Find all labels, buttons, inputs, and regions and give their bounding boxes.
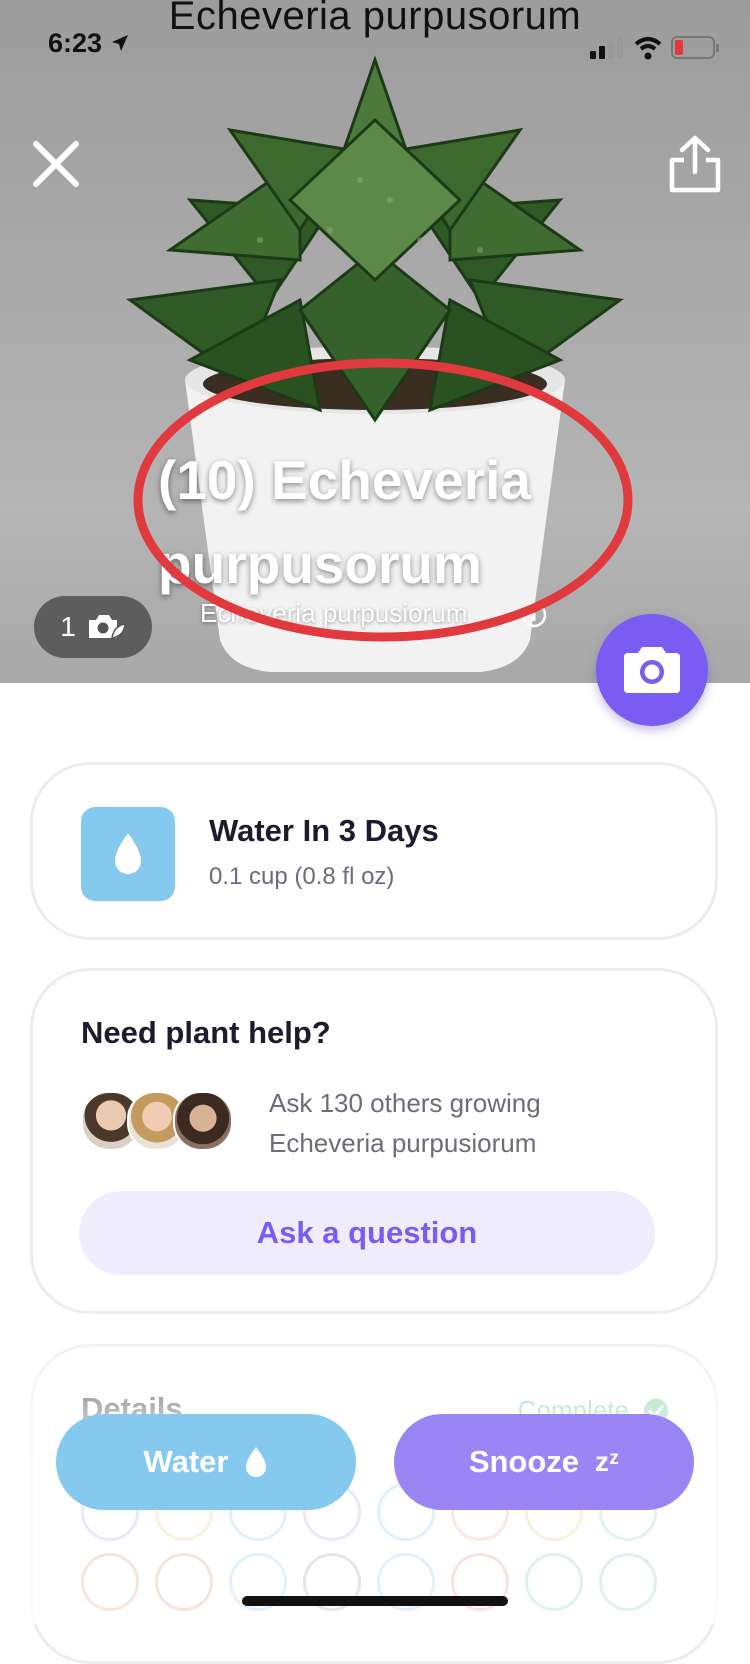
help-text-line1: Ask 130 others growing: [269, 1088, 541, 1118]
water-schedule-card[interactable]: Water In 3 Days 0.1 cup (0.8 fl oz): [30, 762, 718, 940]
pot-icon[interactable]: [81, 1553, 139, 1611]
help-title: Need plant help?: [81, 1015, 331, 1050]
water-button[interactable]: Water: [56, 1414, 356, 1510]
photo-count-button[interactable]: 1: [34, 596, 152, 658]
plant-photo: Echeveria purpusorum 6:23 (10) Echeveria…: [0, 0, 750, 683]
water-title: Water In 3 Days: [209, 813, 439, 848]
snooze-z-icon: zᶻ: [595, 1446, 620, 1477]
location-pin-icon[interactable]: [599, 1553, 657, 1611]
water-drop-icon: [246, 1447, 267, 1477]
water-drop-icon: [115, 833, 141, 874]
avatar: [173, 1091, 233, 1151]
location-arrow-icon: [111, 35, 128, 51]
status-bar: 6:23: [0, 28, 750, 68]
water-icon-box: [81, 807, 175, 901]
battery-icon: [671, 36, 719, 59]
status-time: 6:23: [48, 28, 130, 59]
help-text: Ask 130 others growing Echeveria purpusi…: [269, 1083, 541, 1163]
info-icon[interactable]: [521, 602, 547, 628]
snooze-button-label: Snooze: [468, 1444, 580, 1479]
status-icons: [590, 34, 720, 67]
avatar-group: [81, 1091, 241, 1151]
humidity-icon[interactable]: [525, 1553, 583, 1611]
water-amount: 0.1 cup (0.8 fl oz): [209, 863, 395, 890]
planter-icon[interactable]: [155, 1553, 213, 1611]
signal-icon: [590, 36, 623, 59]
water-button-label: Water: [143, 1444, 229, 1479]
camera-leaf-icon: [88, 615, 126, 639]
plant-species: Echeveria purpusiorum: [200, 598, 468, 628]
share-icon[interactable]: [668, 134, 722, 194]
wifi-icon: [634, 37, 662, 60]
home-indicator: [242, 1596, 508, 1606]
ask-question-button[interactable]: Ask a question: [79, 1191, 655, 1275]
plant-name[interactable]: (10) Echeveria purpusorum: [158, 438, 718, 606]
plant-help-card: Need plant help? Ask 130 others growing …: [30, 968, 718, 1314]
camera-icon: [624, 647, 680, 693]
photo-count: 1: [60, 611, 76, 642]
snooze-button[interactable]: Snooze zᶻ: [394, 1414, 694, 1510]
close-icon[interactable]: [30, 138, 82, 190]
help-text-line2: Echeveria purpusiorum: [269, 1128, 537, 1158]
add-photo-button[interactable]: [596, 614, 708, 726]
